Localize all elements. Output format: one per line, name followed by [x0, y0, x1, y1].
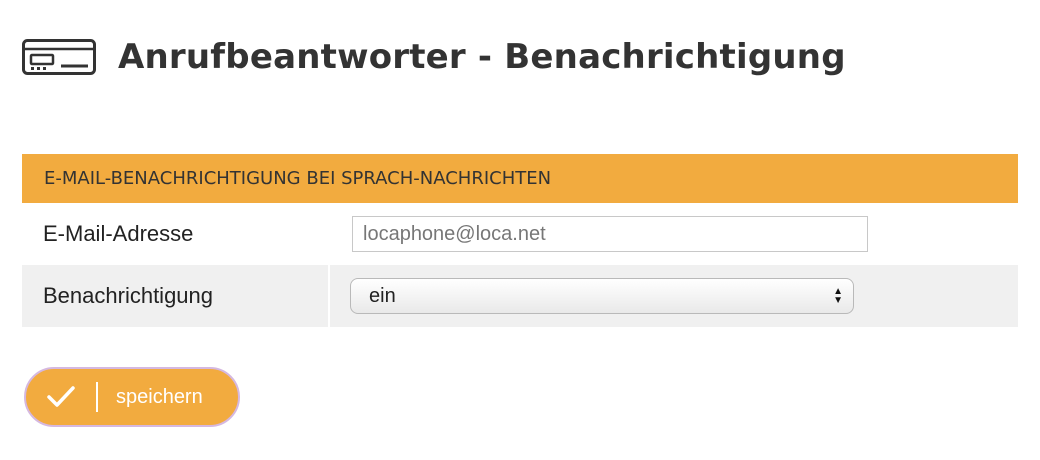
notification-select[interactable]: ein ▲ ▼ [350, 278, 854, 314]
email-label: E-Mail-Adresse [43, 221, 194, 246]
email-row: E-Mail-Adresse [22, 203, 1018, 265]
save-button[interactable]: speichern [24, 367, 240, 427]
checkmark-icon [26, 369, 96, 425]
select-arrows-icon: ▲ ▼ [833, 286, 843, 306]
notification-value-cell: ein ▲ ▼ [330, 265, 1018, 327]
page-title: Anrufbeantworter - Benachrichtigung [118, 37, 846, 77]
notification-select-value: ein [369, 284, 396, 307]
panel-header: E-MAIL-BENACHRICHTIGUNG BEI SPRACH-NACHR… [22, 154, 1018, 203]
email-value-cell [330, 203, 1018, 265]
notification-panel: E-MAIL-BENACHRICHTIGUNG BEI SPRACH-NACHR… [22, 154, 1018, 327]
page-header: Anrufbeantworter - Benachrichtigung [22, 34, 846, 80]
page: Anrufbeantworter - Benachrichtigung E-MA… [0, 0, 1040, 460]
notification-row: Benachrichtigung ein ▲ ▼ [22, 265, 1018, 327]
notification-label: Benachrichtigung [22, 265, 328, 327]
save-button-label: speichern [116, 385, 203, 408]
email-field[interactable] [352, 216, 868, 252]
answering-machine-icon [22, 34, 96, 80]
